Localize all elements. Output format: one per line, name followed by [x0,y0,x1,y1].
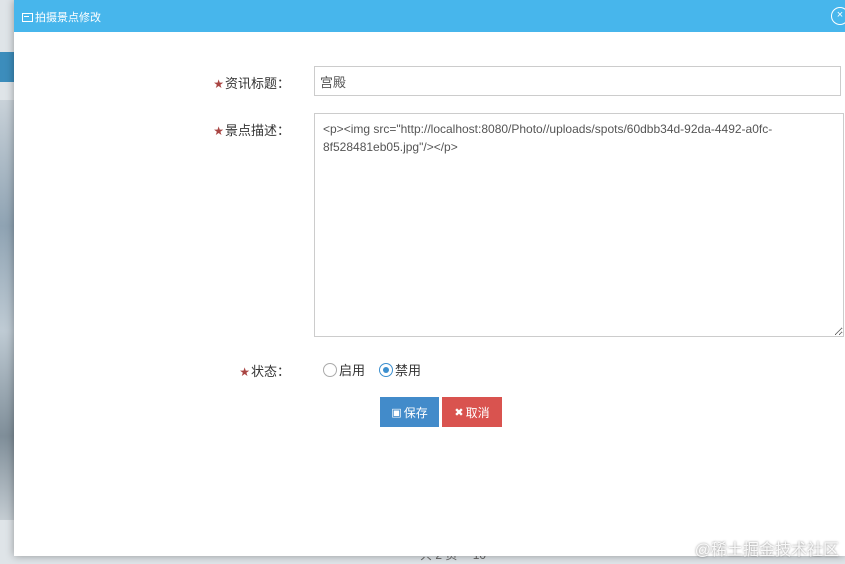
status-option-enabled[interactable]: 启用 [323,360,365,379]
dialog-header: 拍摄景点修改 × [14,0,845,32]
radio-disabled[interactable] [379,362,393,377]
window-icon [22,12,33,22]
title-field-label: ★资讯标题： [213,76,290,91]
close-icon: ✖ [454,406,464,419]
watermark: @稀土掘金技术社区 [694,542,839,559]
radio-disabled-label: 禁用 [395,363,422,378]
status-field-label: ★状态： [239,364,290,379]
dialog-title-text: 拍摄景点修改 [35,12,101,24]
close-icon[interactable]: × [831,7,845,25]
cancel-button[interactable]: ✖ 取消 [442,397,502,427]
required-star: ★ [213,124,224,138]
dialog-title: 拍摄景点修改 [22,9,101,25]
radio-enabled[interactable] [323,362,337,377]
background-nav-strip [0,52,14,82]
save-button[interactable]: ▣ 保存 [380,397,439,427]
edit-dialog: 拍摄景点修改 × ★资讯标题： ★景点描述： <p><img src="http… [14,0,845,556]
title-input[interactable] [314,66,841,96]
floppy-icon: ▣ [391,406,402,419]
required-star: ★ [213,77,224,91]
description-field-label: ★景点描述： [213,123,290,138]
description-textarea[interactable]: <p><img src="http://localhost:8080/Photo… [314,113,844,337]
status-option-disabled[interactable]: 禁用 [379,360,421,379]
required-star: ★ [239,365,250,379]
radio-enabled-label: 启用 [339,363,366,378]
background-image-strip [0,100,14,520]
